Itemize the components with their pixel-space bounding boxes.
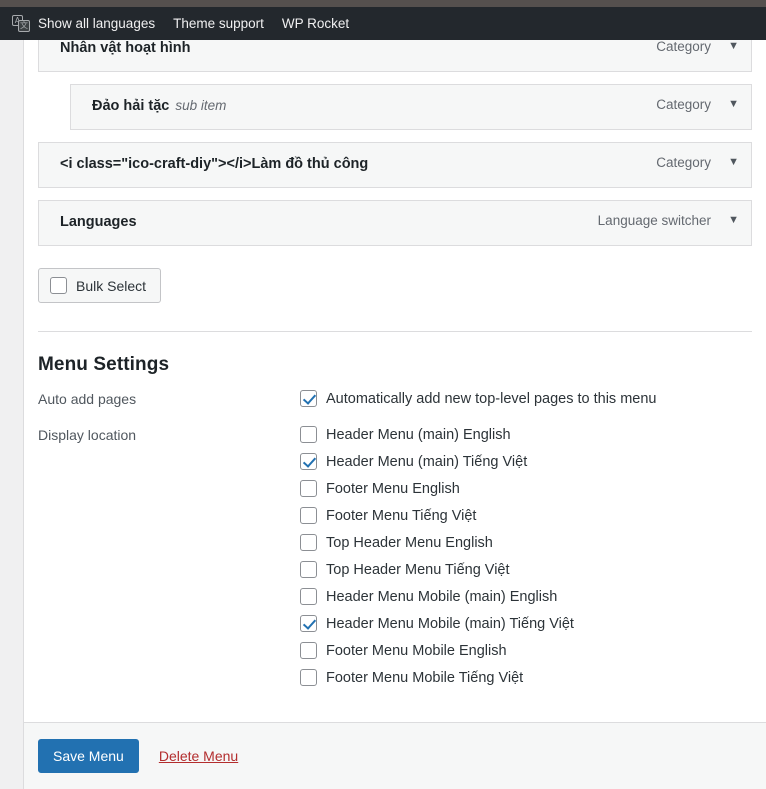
save-menu-button[interactable]: Save Menu: [38, 738, 139, 774]
display-location-checkbox[interactable]: [300, 480, 317, 497]
menu-save-bar: Save Menu Delete Menu: [23, 722, 766, 789]
auto-add-pages-row: Auto add pages Automatically add new top…: [38, 390, 752, 417]
menu-settings-heading: Menu Settings: [38, 354, 170, 375]
display-location-option[interactable]: Top Header Menu Tiếng Việt: [300, 561, 752, 579]
display-location-option-label: Footer Menu Mobile Tiếng Việt: [326, 670, 524, 686]
display-location-label: Display location: [38, 427, 137, 443]
chevron-down-icon[interactable]: ▼: [711, 96, 739, 110]
chevron-down-icon[interactable]: ▼: [711, 154, 739, 168]
translate-icon: A 文: [12, 15, 31, 32]
display-location-option[interactable]: Header Menu (main) English: [300, 426, 752, 444]
display-location-checkbox[interactable]: [300, 426, 317, 443]
display-location-checkbox[interactable]: [300, 561, 317, 578]
adminbar-item-show-all-languages[interactable]: A 文 Show all languages: [8, 7, 164, 40]
menu-item-row[interactable]: Đảo hải tặc sub item Category ▼: [70, 84, 752, 130]
bulk-select-label: Bulk Select: [76, 277, 147, 294]
display-location-option-label: Top Header Menu English: [326, 535, 493, 551]
display-location-option[interactable]: Footer Menu Mobile Tiếng Việt: [300, 669, 752, 687]
section-divider: [38, 331, 752, 332]
display-location-option[interactable]: Header Menu Mobile (main) English: [300, 588, 752, 606]
display-location-checkbox[interactable]: [300, 453, 317, 470]
display-location-option-label: Top Header Menu Tiếng Việt: [326, 562, 510, 578]
display-location-checkbox[interactable]: [300, 615, 317, 632]
menu-item-row[interactable]: <i class="ico-craft-diy"></i>Làm đồ thủ …: [38, 142, 752, 188]
menu-items-list: Nhân vật hoạt hình Category ▼ Đảo hải tặ…: [24, 40, 766, 246]
adminbar-item-theme-support[interactable]: Theme support: [164, 7, 273, 40]
display-location-checkbox[interactable]: [300, 534, 317, 551]
display-location-option-label: Footer Menu Tiếng Việt: [326, 508, 477, 524]
auto-add-pages-option[interactable]: Automatically add new top-level pages to…: [300, 390, 752, 408]
menu-item-type: Language switcher: [597, 213, 711, 228]
display-location-option[interactable]: Footer Menu Mobile English: [300, 642, 752, 660]
display-location-option-label: Header Menu Mobile (main) Tiếng Việt: [326, 616, 574, 632]
admin-sidebar-rail: [0, 40, 23, 789]
menu-editor-content: Nhân vật hoạt hình Category ▼ Đảo hải tặ…: [23, 40, 766, 789]
wp-admin-bar: A 文 Show all languages Theme support WP …: [0, 7, 766, 40]
display-location-checkbox[interactable]: [300, 642, 317, 659]
bulk-select-row: Bulk Select: [24, 258, 766, 303]
menu-item-title-text: Đảo hải tặc: [92, 98, 170, 114]
menu-item-title: <i class="ico-craft-diy"></i>Làm đồ thủ …: [60, 156, 369, 172]
display-location-options: Header Menu (main) English Header Menu (m…: [300, 426, 752, 696]
auto-add-pages-option-label: Automatically add new top-level pages to…: [326, 391, 657, 407]
bulk-select-checkbox[interactable]: [50, 277, 67, 294]
chevron-down-icon[interactable]: ▼: [711, 40, 739, 52]
display-location-option-label: Header Menu Mobile (main) English: [326, 589, 558, 605]
menu-item-sub-label: sub item: [175, 98, 227, 113]
display-location-option-label: Header Menu (main) Tiếng Việt: [326, 454, 528, 470]
menu-item-type: Category: [656, 97, 711, 112]
display-location-option[interactable]: Footer Menu Tiếng Việt: [300, 507, 752, 525]
menu-item-type: Category: [656, 155, 711, 170]
menu-item-row[interactable]: Nhân vật hoạt hình Category ▼: [38, 40, 752, 72]
display-location-checkbox[interactable]: [300, 669, 317, 686]
bulk-select-button[interactable]: Bulk Select: [38, 268, 162, 303]
display-location-option-label: Header Menu (main) English: [326, 427, 511, 443]
display-location-checkbox[interactable]: [300, 588, 317, 605]
auto-add-pages-checkbox[interactable]: [300, 390, 317, 407]
display-location-option-label: Footer Menu English: [326, 481, 460, 497]
menu-item-type: Category: [656, 40, 711, 54]
display-location-option[interactable]: Header Menu (main) Tiếng Việt: [300, 453, 752, 471]
browser-chrome-strip: [0, 0, 766, 7]
display-location-row: Display location Header Menu (main) Engl…: [38, 426, 752, 696]
adminbar-label-show-all-languages: Show all languages: [38, 16, 156, 31]
display-location-option-label: Footer Menu Mobile English: [326, 643, 507, 659]
delete-menu-link[interactable]: Delete Menu: [159, 748, 238, 764]
display-location-checkbox[interactable]: [300, 507, 317, 524]
display-location-option[interactable]: Footer Menu English: [300, 480, 752, 498]
menu-item-row[interactable]: Languages Language switcher ▼: [38, 200, 752, 246]
adminbar-label-wp-rocket: WP Rocket: [281, 16, 350, 31]
menu-settings-section: Menu Settings Auto add pages Automatical…: [24, 354, 766, 696]
adminbar-label-theme-support: Theme support: [173, 16, 264, 31]
menu-item-title: Nhân vật hoạt hình: [60, 40, 191, 56]
adminbar-item-wp-rocket[interactable]: WP Rocket: [273, 7, 358, 40]
auto-add-pages-label: Auto add pages: [38, 391, 137, 407]
chevron-down-icon[interactable]: ▼: [711, 212, 739, 226]
menu-item-title: Languages: [60, 214, 137, 230]
menu-item-title: Đảo hải tặc sub item: [92, 96, 656, 117]
display-location-option[interactable]: Top Header Menu English: [300, 534, 752, 552]
display-location-option[interactable]: Header Menu Mobile (main) Tiếng Việt: [300, 615, 752, 633]
